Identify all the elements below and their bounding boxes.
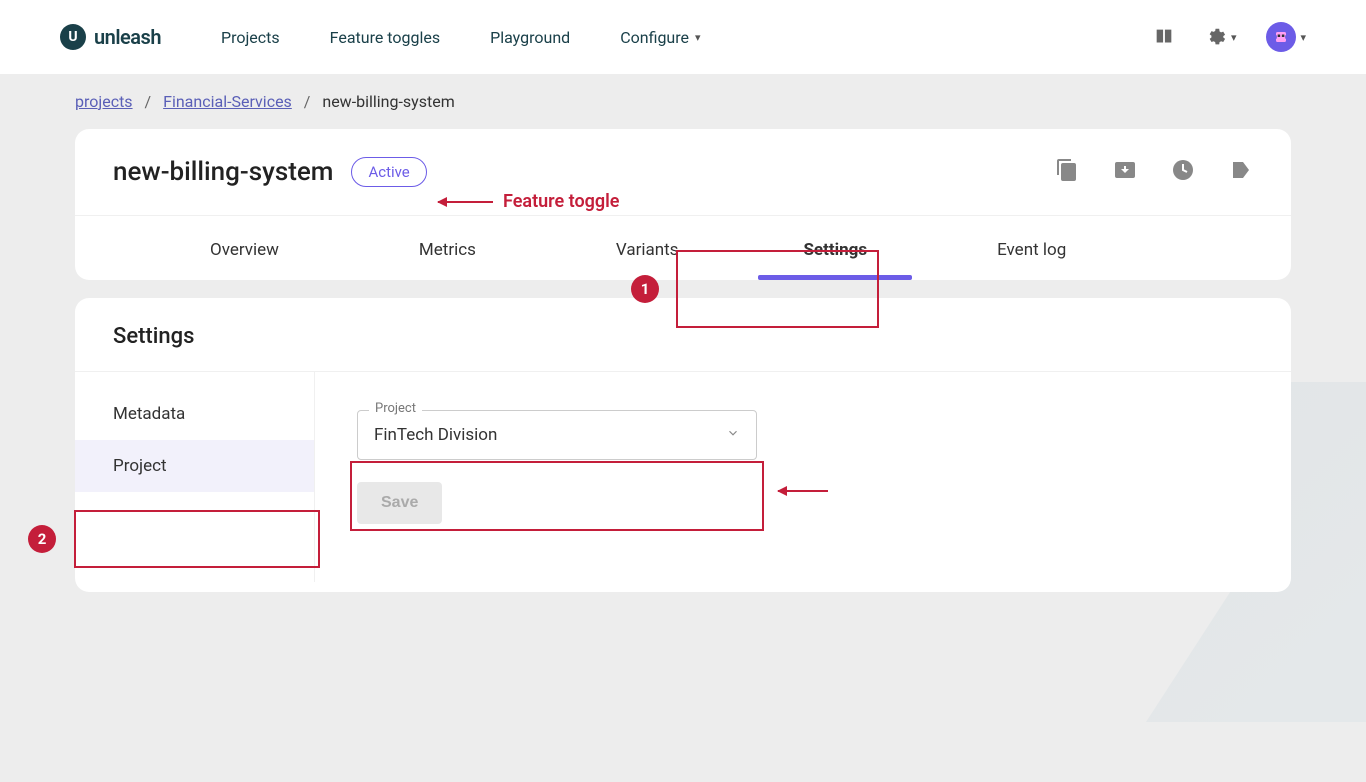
chevron-down-icon: ▾ [1300, 31, 1306, 44]
logo[interactable]: U unleash [60, 24, 161, 50]
tab-eventlog[interactable]: Event log [957, 216, 1106, 280]
settings-icon[interactable]: ▾ [1205, 26, 1237, 48]
tab-overview[interactable]: Overview [170, 216, 319, 280]
chevron-down-icon: ▾ [1231, 31, 1237, 44]
chevron-down-icon: ▾ [695, 31, 701, 44]
project-select[interactable]: FinTech Division [357, 410, 757, 460]
nav-configure[interactable]: Configure ▾ [620, 28, 700, 47]
avatar-menu[interactable]: ▾ [1266, 22, 1306, 52]
breadcrumb-project[interactable]: Financial-Services [163, 92, 292, 111]
docs-icon[interactable] [1153, 26, 1175, 48]
annotation-label: Feature toggle [503, 191, 619, 212]
project-field-label: Project [369, 401, 422, 416]
tag-icon[interactable] [1229, 158, 1253, 186]
project-select-value: FinTech Division [374, 425, 497, 445]
project-field-wrap: Project FinTech Division [357, 410, 757, 460]
feature-title: new-billing-system [113, 157, 333, 187]
annotation-num-1: 1 [631, 275, 659, 303]
breadcrumb-current: new-billing-system [322, 92, 454, 111]
logo-text: unleash [94, 25, 161, 49]
breadcrumb-separator: / [145, 92, 152, 111]
feature-actions [1055, 158, 1253, 186]
breadcrumb-separator: / [304, 92, 311, 111]
annotation-box-3 [350, 461, 764, 531]
logo-icon: U [60, 24, 86, 50]
copy-icon[interactable] [1055, 158, 1079, 186]
header-actions: ▾ ▾ [1153, 22, 1306, 52]
status-badge: Active [351, 157, 426, 187]
annotation-num-2: 2 [28, 525, 56, 553]
chevron-down-icon [726, 425, 740, 445]
nav-projects[interactable]: Projects [221, 28, 280, 47]
tab-metrics[interactable]: Metrics [379, 216, 516, 280]
feature-header: new-billing-system Active [75, 129, 1291, 215]
annotation-box-1 [676, 250, 879, 328]
annotation-box-2 [74, 510, 320, 568]
annotation-arrow-select [778, 490, 828, 492]
archive-icon[interactable] [1113, 158, 1137, 186]
annotation-feature-toggle: Feature toggle [438, 191, 619, 212]
breadcrumb-projects[interactable]: projects [75, 92, 133, 111]
sidebar-item-metadata[interactable]: Metadata [75, 388, 314, 440]
nav-playground[interactable]: Playground [490, 28, 570, 47]
clock-icon[interactable] [1171, 158, 1195, 186]
main-nav: Projects Feature toggles Playground Conf… [221, 28, 701, 47]
nav-feature-toggles[interactable]: Feature toggles [330, 28, 440, 47]
header: U unleash Projects Feature toggles Playg… [0, 0, 1366, 74]
sidebar-item-project[interactable]: Project [75, 440, 314, 492]
nav-configure-label: Configure [620, 28, 689, 47]
breadcrumb: projects / Financial-Services / new-bill… [0, 74, 1366, 129]
avatar [1266, 22, 1296, 52]
